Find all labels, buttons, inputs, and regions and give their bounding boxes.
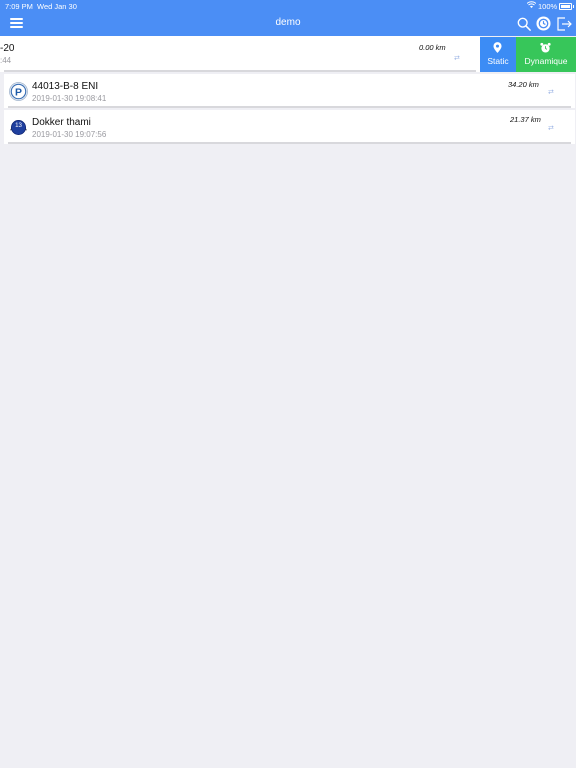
vehicle-timestamp: 2019-01-30 19:08:41: [32, 94, 107, 103]
status-time: 7:09 PM: [5, 2, 33, 11]
list-item[interactable]: P 44013-B-8 ENI 2019-01-30 19:08:41 34.2…: [4, 74, 575, 108]
svg-text:P: P: [15, 87, 22, 98]
logout-icon[interactable]: [556, 16, 572, 32]
vehicle-name: 44013-B-8 ENI: [32, 81, 99, 92]
swap-icon: ⇄: [548, 125, 554, 132]
vehicle-distance: 21.37 km: [510, 115, 541, 124]
map-pin-icon: [493, 42, 502, 53]
history-icon[interactable]: [536, 16, 551, 31]
vehicle-timestamp: :44: [0, 56, 12, 65]
vehicle-name: -20: [0, 43, 15, 54]
row-divider: [8, 106, 571, 108]
list-item[interactable]: 13 Dokker thami 2019-01-30 19:07:56 21.3…: [4, 110, 575, 144]
status-date: Wed Jan 30: [37, 2, 77, 11]
static-label: Static: [487, 56, 509, 66]
battery-percent: 100%: [538, 2, 558, 11]
swap-icon: ⇄: [454, 55, 460, 62]
page-title: demo: [275, 17, 301, 28]
vehicle-name: Dokker thami: [32, 117, 91, 128]
wifi-icon: [526, 1, 537, 11]
vehicle-badge-icon: 13: [9, 119, 28, 136]
vehicle-timestamp: 2019-01-30 19:07:56: [32, 130, 107, 139]
status-bar: 7:09 PM Wed Jan 30 100%: [0, 0, 576, 12]
battery-icon: [559, 3, 574, 10]
row-divider: [4, 70, 476, 72]
alarm-clock-icon: [540, 42, 551, 53]
vehicle-distance: 34.20 km: [508, 80, 539, 89]
vehicle-distance: 0.00 km: [419, 43, 446, 52]
static-button[interactable]: Static: [480, 37, 516, 72]
search-icon[interactable]: [517, 17, 531, 31]
list-item[interactable]: -20 :44 0.00 km ⇄: [0, 36, 480, 72]
dynamic-button[interactable]: Dynamique: [516, 37, 576, 72]
nav-bar: demo: [0, 12, 576, 36]
row-divider: [8, 142, 571, 144]
parking-icon: P: [9, 82, 28, 101]
swap-icon: ⇄: [548, 89, 554, 96]
vehicle-badge-number: 13: [15, 122, 22, 129]
dynamic-label: Dynamique: [524, 56, 568, 66]
